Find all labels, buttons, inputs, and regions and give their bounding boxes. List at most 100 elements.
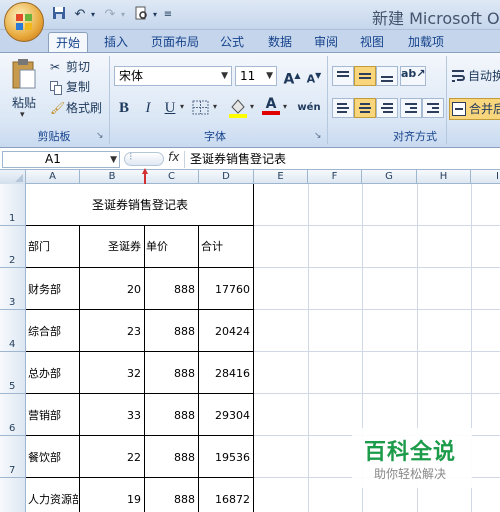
redo-icon[interactable]: ↷ <box>102 6 118 24</box>
row-header-4[interactable]: 4 <box>0 310 26 352</box>
name-box[interactable]: A1 ▼ <box>2 151 120 168</box>
font-size-combo[interactable]: 11 ▼ <box>235 66 277 86</box>
tab-data[interactable]: 数据 <box>260 32 300 53</box>
column-header-e[interactable]: E <box>254 170 308 184</box>
table-cell[interactable]: 888 <box>145 451 198 465</box>
table-cell[interactable]: 16872 <box>199 493 253 507</box>
tab-view[interactable]: 视图 <box>352 32 392 53</box>
table-cell[interactable]: 19536 <box>199 451 253 465</box>
row-header-6[interactable]: 6 <box>0 394 26 436</box>
select-all-button[interactable] <box>0 170 26 184</box>
paste-dropdown-icon[interactable]: ▾ <box>20 110 25 120</box>
save-icon[interactable] <box>50 6 68 24</box>
format-painter-icon[interactable]: 🖌 <box>50 99 65 117</box>
font-name-combo[interactable]: 宋体 ▼ <box>114 66 232 86</box>
table-cell[interactable]: 33 <box>80 409 144 423</box>
decrease-indent-button[interactable] <box>400 98 422 118</box>
table-cell[interactable]: 餐饮部 <box>28 451 78 465</box>
table-cell[interactable]: 20 <box>80 283 144 297</box>
table-cell[interactable]: 888 <box>145 283 198 297</box>
underline-dropdown-icon[interactable]: ▾ <box>180 102 184 111</box>
table-cell[interactable]: 28416 <box>199 367 253 381</box>
table-cell[interactable]: 888 <box>145 325 198 339</box>
paste-icon[interactable] <box>10 58 38 90</box>
column-header-b[interactable]: B <box>80 170 145 184</box>
bold-button[interactable]: B <box>114 98 134 118</box>
row-header-7[interactable]: 7 <box>0 436 26 478</box>
undo-icon[interactable]: ↶ <box>72 6 88 24</box>
format-painter-button[interactable]: 格式刷 <box>66 99 102 117</box>
grow-font-button[interactable]: A▲ <box>282 66 302 88</box>
phonetic-icon[interactable]: wén <box>296 98 322 118</box>
table-cell[interactable]: 888 <box>145 367 198 381</box>
table-cell[interactable]: 财务部 <box>28 283 78 297</box>
tab-addins[interactable]: 加载项 <box>400 32 452 53</box>
column-header-h[interactable]: H <box>417 170 471 184</box>
column-header-d[interactable]: D <box>199 170 254 184</box>
column-header-c[interactable]: C <box>145 170 199 184</box>
row-header-3[interactable]: 3 <box>0 268 26 310</box>
print-preview-dropdown-icon[interactable]: ▾ <box>150 6 160 24</box>
wrap-text-icon[interactable] <box>451 68 465 84</box>
table-cell[interactable]: 19 <box>80 493 144 507</box>
table-cell[interactable]: 29304 <box>199 409 253 423</box>
formula-bar-splitter[interactable]: ⁝ <box>124 150 164 166</box>
header-cell-total[interactable]: 合计 <box>201 240 253 254</box>
table-cell[interactable]: 22 <box>80 451 144 465</box>
customize-qat-icon[interactable]: ≡ <box>162 6 174 24</box>
redo-dropdown-icon[interactable]: ▾ <box>118 6 128 24</box>
office-button[interactable] <box>4 2 44 42</box>
fill-color-dropdown-icon[interactable]: ▾ <box>250 102 254 111</box>
table-cell[interactable]: 总办部 <box>28 367 78 381</box>
table-cell[interactable]: 32 <box>80 367 144 381</box>
shrink-font-button[interactable]: A▼ <box>304 66 324 86</box>
copy-icon[interactable] <box>50 80 62 95</box>
cut-icon[interactable]: ✂ <box>50 58 60 76</box>
orientation-button[interactable]: ab↗ <box>400 66 426 86</box>
row-header-5[interactable]: 5 <box>0 352 26 394</box>
table-cell[interactable]: 17760 <box>199 283 253 297</box>
font-color-icon[interactable]: A <box>262 96 280 118</box>
clipboard-launcher-icon[interactable]: ↘ <box>96 131 104 141</box>
wrap-text-button[interactable]: 自动换行 <box>468 67 500 85</box>
align-top-button[interactable] <box>332 66 354 86</box>
italic-button[interactable]: I <box>138 98 158 118</box>
tab-formulas[interactable]: 公式 <box>212 32 252 53</box>
underline-button[interactable]: U <box>160 98 180 118</box>
table-cell[interactable]: 888 <box>145 409 198 423</box>
row-header-1[interactable]: 1 <box>0 184 26 226</box>
header-cell-vouchers[interactable]: 圣诞券 <box>80 240 144 254</box>
row-header-8[interactable] <box>0 478 26 512</box>
table-cell[interactable]: 综合部 <box>28 325 78 339</box>
align-center-button[interactable] <box>354 98 376 118</box>
merge-center-button[interactable]: 合并后居中 <box>449 98 500 120</box>
column-header-g[interactable]: G <box>362 170 417 184</box>
align-middle-button[interactable] <box>354 66 376 86</box>
print-preview-icon[interactable] <box>132 6 150 24</box>
align-right-button[interactable] <box>376 98 398 118</box>
formula-input[interactable]: 圣诞券销售登记表 <box>190 150 286 168</box>
table-cell[interactable]: 营销部 <box>28 409 78 423</box>
fill-color-icon[interactable] <box>228 97 248 119</box>
tab-insert[interactable]: 插入 <box>96 32 136 53</box>
tab-home[interactable]: 开始 <box>48 32 88 53</box>
sheet-title-cell[interactable]: 圣诞券销售登记表 <box>26 198 254 212</box>
undo-dropdown-icon[interactable]: ▾ <box>88 6 98 24</box>
table-cell[interactable]: 人力资源部 <box>28 493 78 507</box>
cut-button[interactable]: 剪切 <box>66 58 90 76</box>
tab-review[interactable]: 审阅 <box>306 32 346 53</box>
borders-dropdown-icon[interactable]: ▾ <box>213 102 217 111</box>
insert-function-icon[interactable]: fx <box>168 150 179 164</box>
table-cell[interactable]: 20424 <box>199 325 253 339</box>
align-bottom-button[interactable] <box>376 66 398 86</box>
table-cell[interactable]: 888 <box>145 493 198 507</box>
column-header-a[interactable]: A <box>26 170 80 184</box>
tab-page-layout[interactable]: 页面布局 <box>144 32 206 53</box>
increase-indent-button[interactable] <box>422 98 444 118</box>
column-header-i[interactable]: I <box>471 170 500 184</box>
chevron-down-icon[interactable]: ▼ <box>110 153 117 168</box>
borders-icon[interactable] <box>192 100 210 116</box>
font-launcher-icon[interactable]: ↘ <box>314 131 322 141</box>
table-cell[interactable]: 23 <box>80 325 144 339</box>
row-header-2[interactable]: 2 <box>0 226 26 268</box>
